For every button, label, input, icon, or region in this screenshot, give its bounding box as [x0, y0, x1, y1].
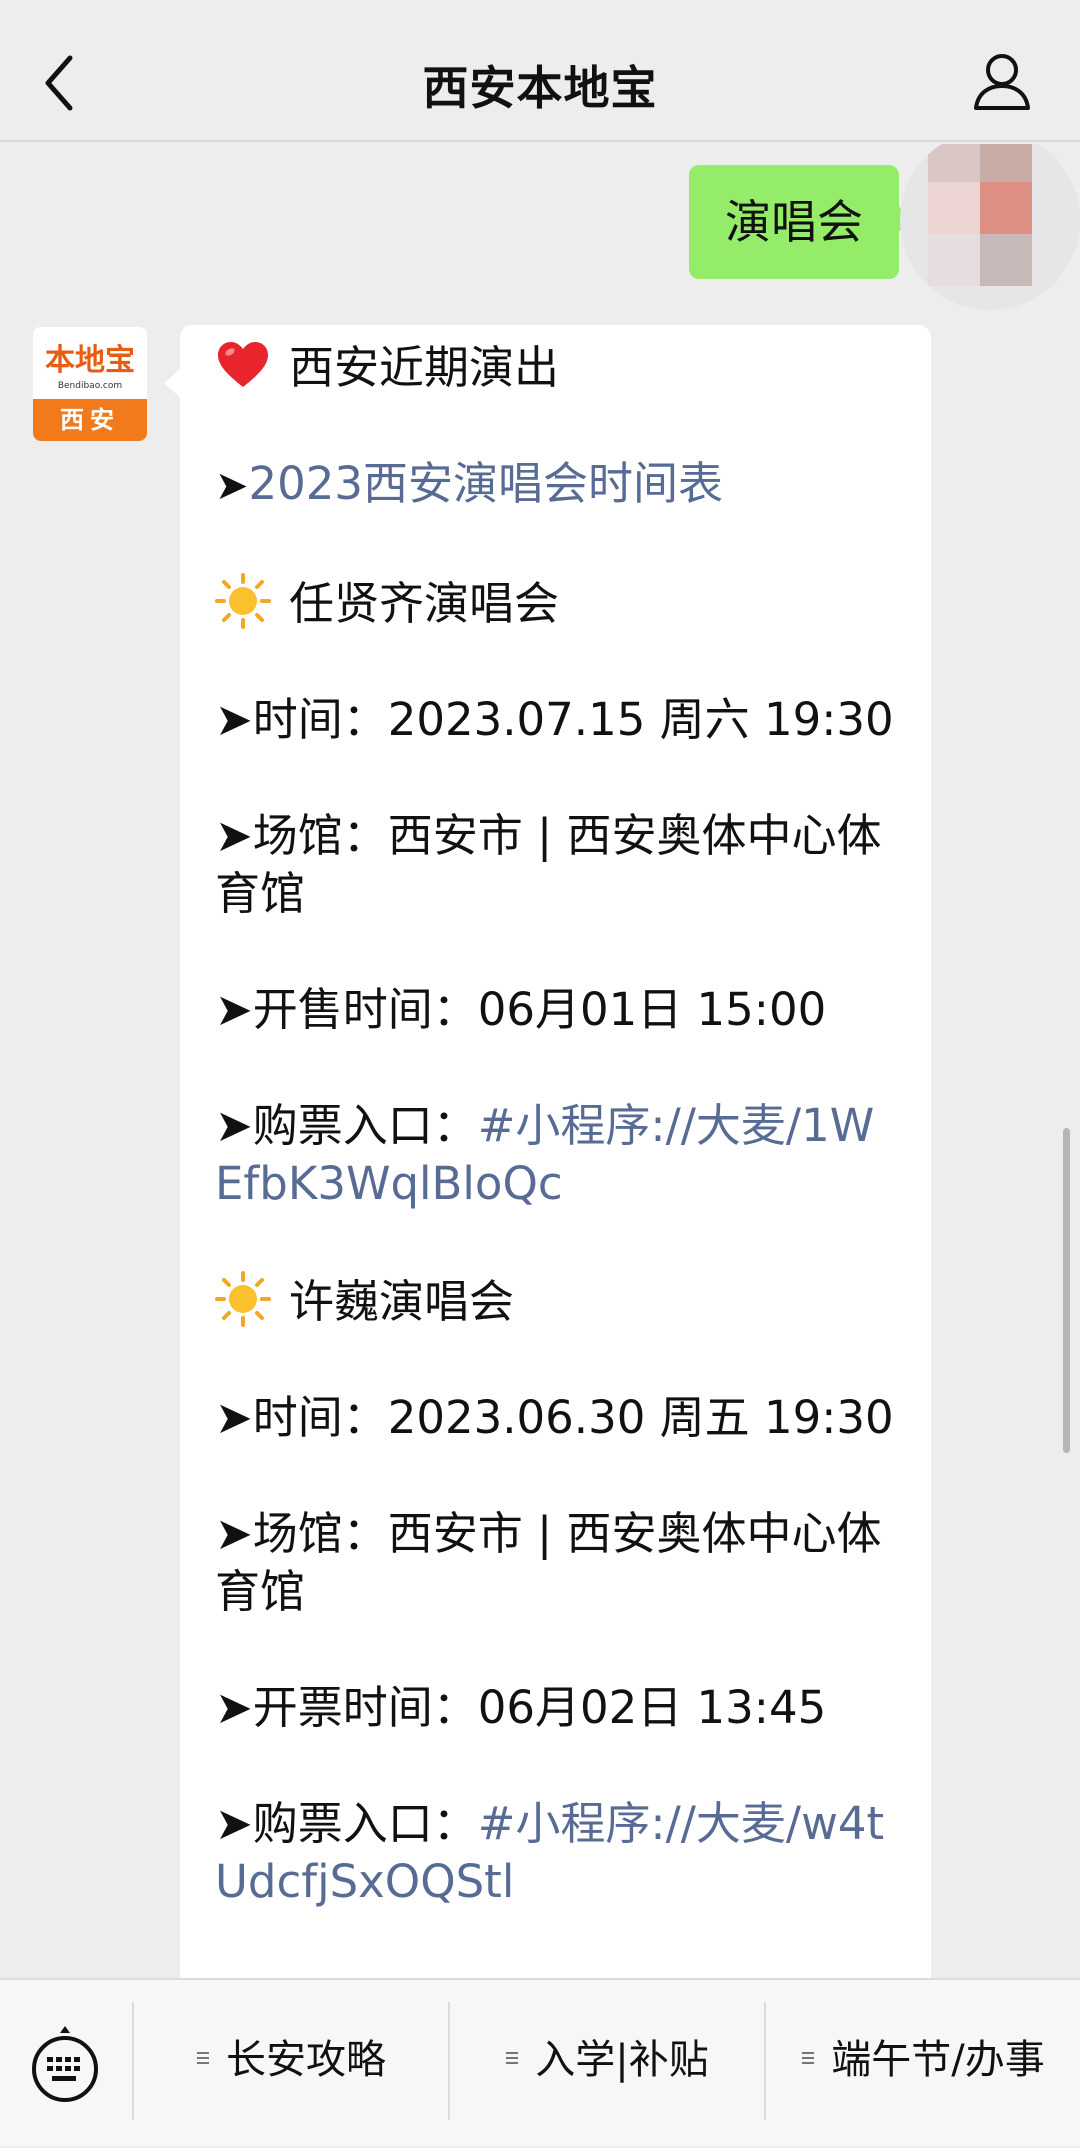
sun-icon — [215, 1271, 271, 1327]
sun-icon — [215, 573, 271, 629]
user-avatar[interactable] — [900, 144, 1080, 310]
nav-header: 西安本地宝 — [0, 0, 1080, 142]
concert1-time: ➤时间：2023.07.15 周六 19:30 — [215, 693, 894, 746]
bot-avatar[interactable]: 本地宝 Bendibao.com 西安 — [33, 327, 147, 441]
outgoing-message-bubble[interactable]: 演唱会 — [689, 165, 913, 279]
schedule-line: ➤2023西安演唱会时间表 — [215, 457, 724, 510]
bottom-menu-bar: 长安攻略 入学|补贴 端午节/办事 — [0, 1978, 1080, 2146]
bendibao-logo: 本地宝 Bendibao.com — [33, 327, 147, 399]
page-title: 西安本地宝 — [422, 61, 658, 115]
menu-item-changan-guide[interactable]: 长安攻略 — [134, 1980, 448, 2148]
concert1-sale-time: ➤开售时间：06月01日 15:00 — [215, 983, 827, 1036]
profile-button[interactable] — [970, 50, 1034, 114]
heart-icon — [218, 342, 268, 387]
menu-list-icon — [506, 2052, 519, 2064]
menu-list-icon — [802, 2052, 815, 2064]
concert2-venue: ➤场馆：西安市 | 西安奥体中心体育馆 — [215, 1507, 882, 1618]
logo-city-label: 西安 — [33, 399, 147, 441]
message-heading: 西安近期演出 — [215, 337, 901, 397]
scrollbar[interactable] — [1063, 1128, 1070, 1453]
chat-area[interactable]: 演唱会 本地宝 Bendibao.com 西安 西安近期演出 ➤2023西安演唱… — [0, 144, 1080, 1978]
menu-item-dragon-boat-services[interactable]: 端午节/办事 — [766, 1980, 1080, 2148]
concert2-title: 许巍演唱会 — [215, 1271, 901, 1331]
menu-list-icon — [197, 2052, 209, 2064]
concert1-ticket: ➤购票入口：#小程序://大麦/1WEfbK3WqlBloQc — [215, 1099, 875, 1210]
keyboard-toggle-button[interactable] — [30, 2024, 100, 2104]
concert1-title: 任贤齐演唱会 — [215, 573, 901, 633]
concert2-time: ➤时间：2023.06.30 周五 19:30 — [215, 1391, 894, 1444]
profile-icon — [974, 54, 1030, 110]
concert1-venue: ➤场馆：西安市 | 西安奥体中心体育馆 — [215, 809, 882, 920]
keyboard-icon — [32, 2026, 98, 2102]
concert2-sale-time: ➤开票时间：06月02日 13:45 — [215, 1681, 827, 1734]
concert2-ticket: ➤购票入口：#小程序://大麦/w4tUdcfjSxOQStl — [215, 1797, 885, 1908]
menu-item-school-subsidy[interactable]: 入学|补贴 — [450, 1980, 764, 2148]
schedule-link[interactable]: 2023西安演唱会时间表 — [249, 457, 724, 510]
incoming-message-bubble[interactable]: 西安近期演出 ➤2023西安演唱会时间表 任贤齐演唱会 ➤时间：2023.07.… — [164, 325, 931, 1978]
